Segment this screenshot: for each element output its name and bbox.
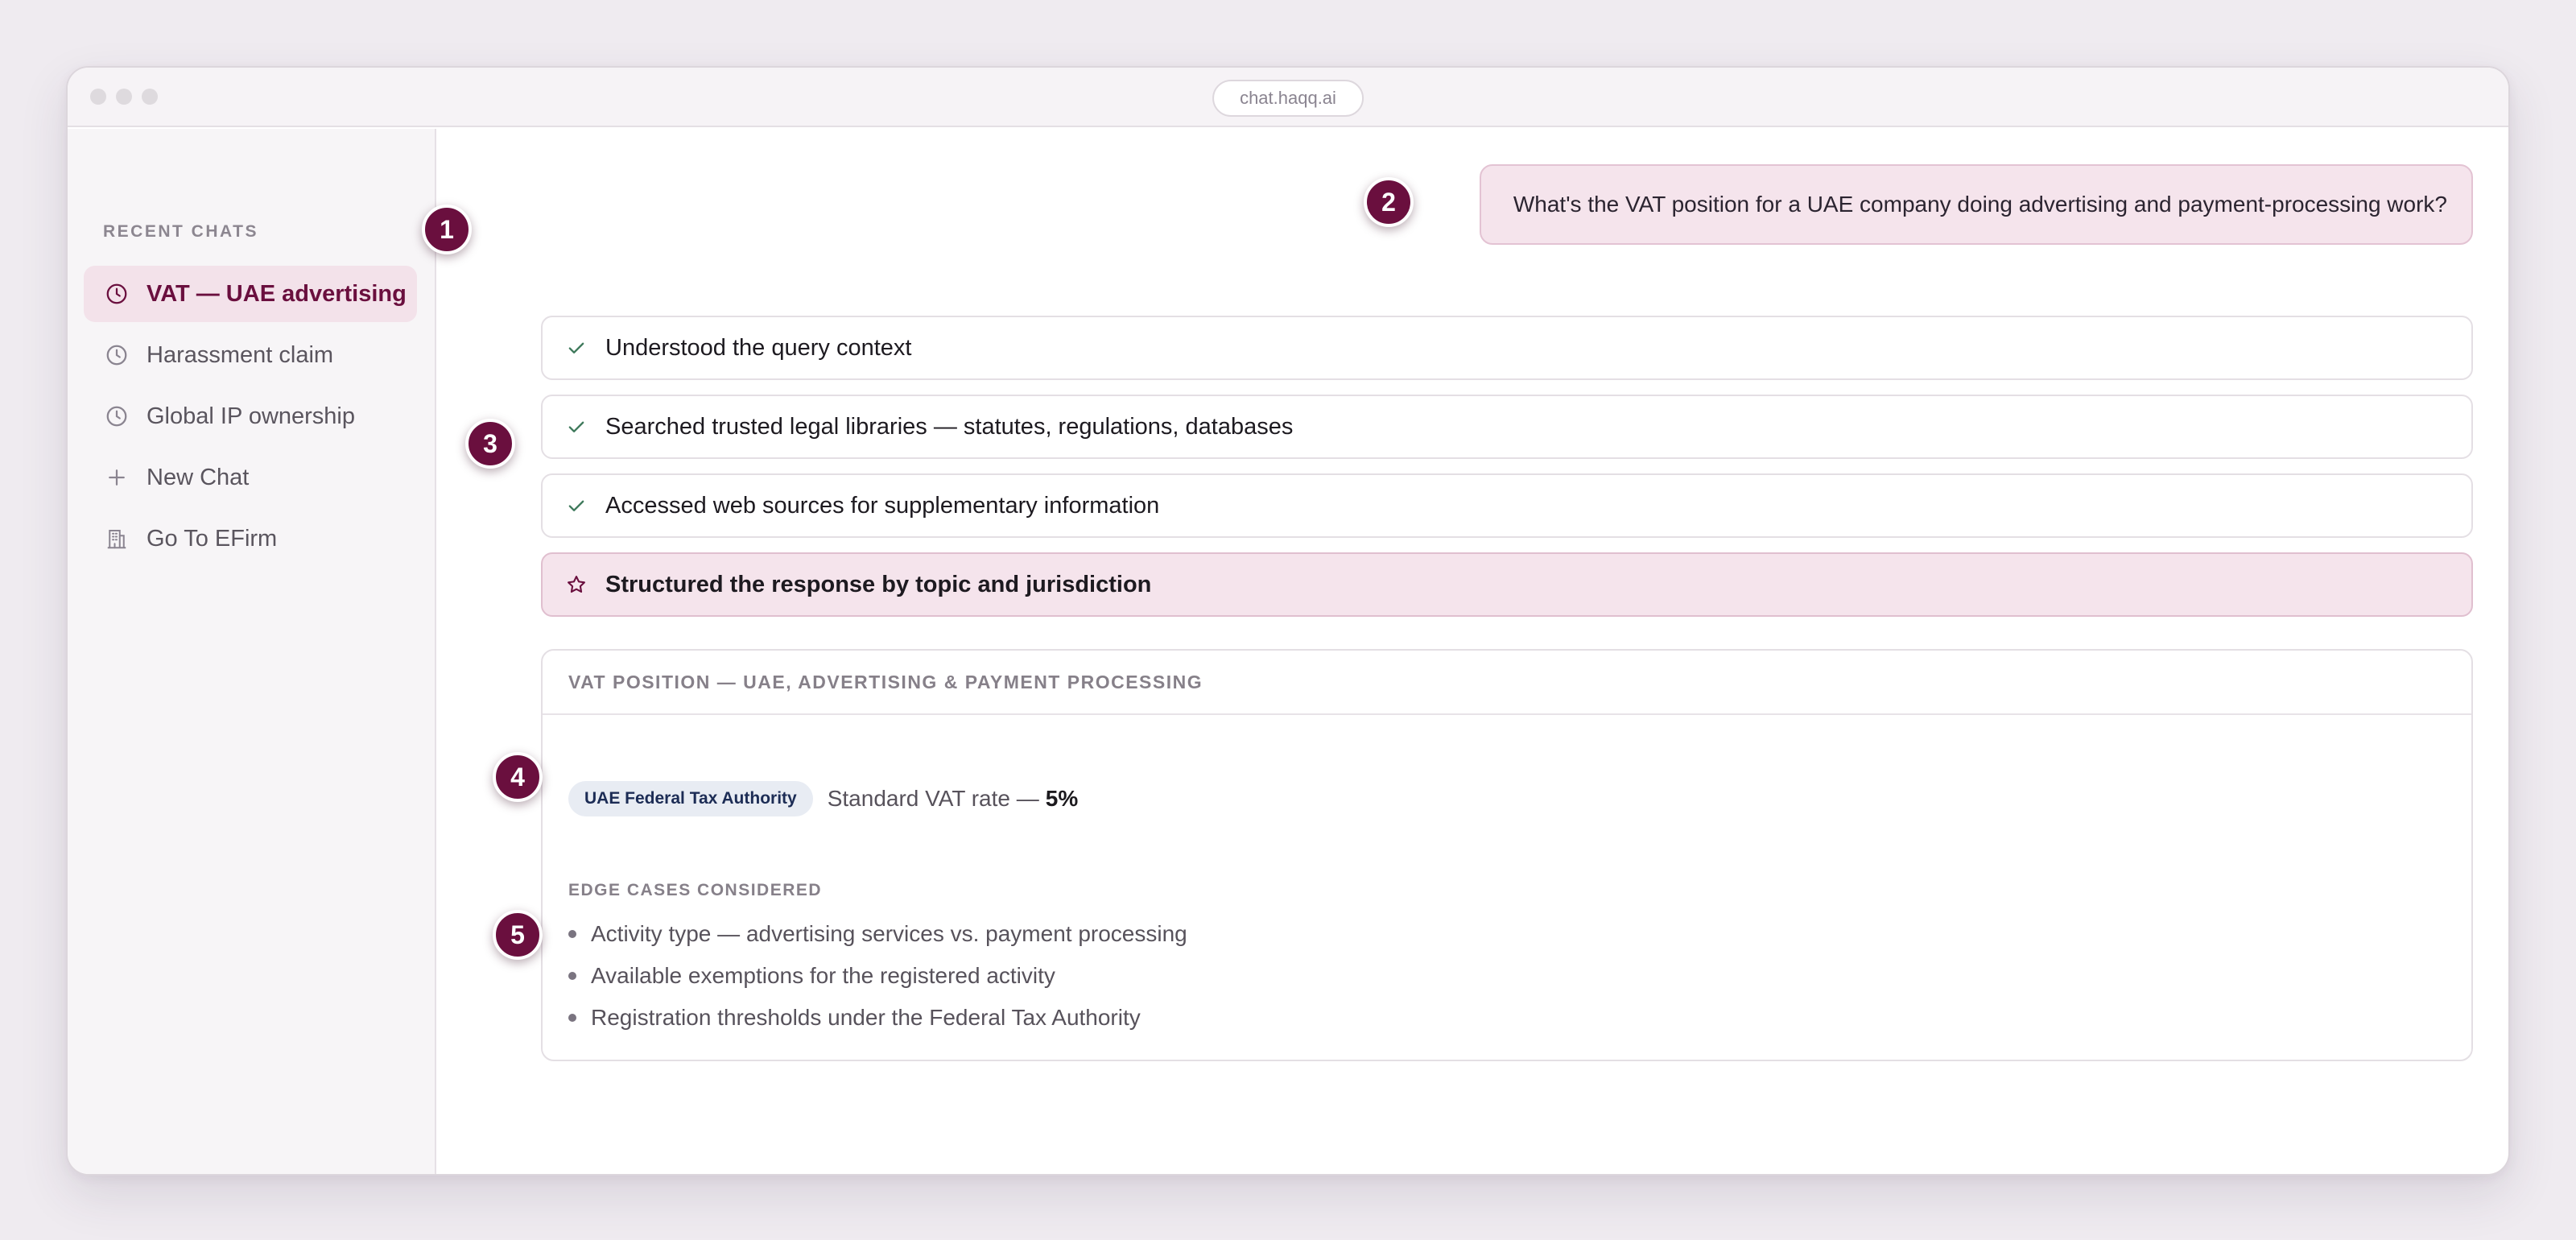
check-icon xyxy=(565,336,589,360)
window-close-dot[interactable] xyxy=(90,89,106,105)
progress-step-accessed: Accessed web sources for supplementary i… xyxy=(541,473,2473,538)
bullet-icon xyxy=(568,930,576,938)
check-icon xyxy=(565,415,589,439)
vat-rate-row: UAE Federal Tax Authority Standard VAT r… xyxy=(568,781,1078,816)
sidebar-item-vat-uae-advertising[interactable]: VAT — UAE advertising xyxy=(84,266,417,322)
sidebar-item-global-ip-ownership[interactable]: Global IP ownership xyxy=(84,388,417,444)
progress-step-understood: Understood the query context xyxy=(541,316,2473,380)
callout-badge-3: 3 xyxy=(465,419,515,469)
answer-title: VAT POSITION — UAE, ADVERTISING & PAYMEN… xyxy=(543,651,2471,715)
rate-label: Standard VAT rate — xyxy=(827,786,1039,811)
clock-icon xyxy=(103,280,130,308)
authority-chip: UAE Federal Tax Authority xyxy=(568,781,813,816)
sidebar-item-label: Global IP ownership xyxy=(147,403,356,429)
plus-icon xyxy=(103,464,130,491)
address-bar[interactable]: chat.haqq.ai xyxy=(1212,80,1364,117)
sidebar-item-label: Go To EFirm xyxy=(147,525,278,552)
answer-card: VAT POSITION — UAE, ADVERTISING & PAYMEN… xyxy=(541,649,2473,1061)
progress-step-structured: Structured the response by topic and jur… xyxy=(541,552,2473,617)
sidebar-item-label: New Chat xyxy=(147,464,250,490)
step-label: Searched trusted legal libraries — statu… xyxy=(605,413,1294,440)
callout-badge-1: 1 xyxy=(422,205,472,254)
check-icon xyxy=(565,494,589,518)
callout-badge-2: 2 xyxy=(1364,177,1414,227)
title-bar: chat.haqq.ai xyxy=(68,68,2508,127)
sidebar-item-harassment-claim[interactable]: Harassment claim xyxy=(84,327,417,383)
list-item: Available exemptions for the registered … xyxy=(568,955,1187,997)
star-icon xyxy=(565,572,589,597)
recent-chats-heading: RECENT CHATS xyxy=(103,222,258,241)
edge-case-text: Available exemptions for the registered … xyxy=(591,963,1055,988)
edge-case-text: Activity type — advertising services vs.… xyxy=(591,921,1187,946)
step-label: Accessed web sources for supplementary i… xyxy=(605,492,1160,519)
callout-badge-4: 4 xyxy=(493,752,543,802)
building-icon xyxy=(103,525,130,552)
clock-icon xyxy=(103,341,130,369)
user-message-bubble: What's the VAT position for a UAE compan… xyxy=(1479,164,2473,245)
list-item: Registration thresholds under the Federa… xyxy=(568,997,1187,1039)
sidebar-item-go-to-efirm[interactable]: Go To EFirm xyxy=(84,510,417,567)
rate-value: 5% xyxy=(1045,786,1079,811)
clock-icon xyxy=(103,403,130,430)
sidebar: RECENT CHATS VAT — UAE advertising Haras… xyxy=(68,129,436,1174)
edge-cases-list: Activity type — advertising services vs.… xyxy=(568,913,1187,1039)
bullet-icon xyxy=(568,972,576,980)
step-label: Structured the response by topic and jur… xyxy=(605,571,1152,597)
edge-case-text: Registration thresholds under the Federa… xyxy=(591,1005,1141,1030)
window-minimize-dot[interactable] xyxy=(116,89,132,105)
progress-step-searched: Searched trusted legal libraries — statu… xyxy=(541,395,2473,459)
window-maximize-dot[interactable] xyxy=(142,89,158,105)
callout-badge-5: 5 xyxy=(493,910,543,960)
edge-cases-heading: EDGE CASES CONSIDERED xyxy=(568,881,823,899)
bullet-icon xyxy=(568,1014,576,1022)
list-item: Activity type — advertising services vs.… xyxy=(568,913,1187,955)
sidebar-item-label: VAT — UAE advertising xyxy=(147,280,407,307)
sidebar-item-new-chat[interactable]: New Chat xyxy=(84,449,417,506)
sidebar-item-label: Harassment claim xyxy=(147,341,334,368)
step-label: Understood the query context xyxy=(605,334,912,361)
